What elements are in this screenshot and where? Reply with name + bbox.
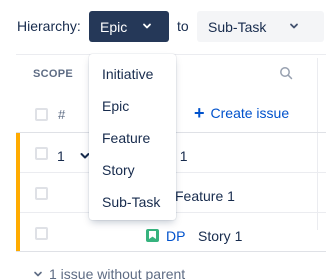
menu-item-initiative[interactable]: Initiative bbox=[89, 58, 176, 90]
scope-header: SCOPE bbox=[33, 68, 74, 80]
chevron-down-icon bbox=[290, 23, 298, 29]
hierarchy-to-select[interactable]: Sub-Task bbox=[197, 11, 324, 42]
number-column-header: # bbox=[58, 107, 66, 122]
row-checkbox[interactable] bbox=[35, 227, 48, 240]
plus-icon: + bbox=[194, 103, 205, 123]
hierarchy-from-select[interactable]: Epic bbox=[89, 11, 169, 42]
issue-key-link[interactable]: DP bbox=[166, 228, 185, 244]
hierarchy-dropdown-menu: Initiative Epic Feature Story Sub-Task bbox=[89, 54, 176, 220]
chevron-down-icon bbox=[143, 23, 151, 29]
chevron-down-icon bbox=[34, 271, 42, 277]
hierarchy-from-value: Epic bbox=[100, 18, 128, 35]
row-checkbox[interactable] bbox=[35, 147, 48, 160]
issues-without-parent-label: 1 issue without parent bbox=[49, 266, 186, 280]
menu-item-story[interactable]: Story bbox=[89, 154, 176, 186]
divider bbox=[16, 251, 326, 252]
story-icon bbox=[146, 229, 159, 242]
hierarchy-label: Hierarchy: bbox=[17, 18, 81, 34]
create-issue-button[interactable]: + Create issue bbox=[194, 103, 290, 123]
menu-item-epic[interactable]: Epic bbox=[89, 90, 176, 122]
hierarchy-to-value: Sub-Task bbox=[208, 18, 267, 35]
create-issue-label: Create issue bbox=[210, 105, 290, 121]
select-all-checkbox[interactable] bbox=[35, 108, 48, 121]
issue-summary: Feature 1 bbox=[175, 188, 235, 204]
scope-accent-bar bbox=[16, 133, 20, 251]
issues-without-parent-toggle[interactable]: 1 issue without parent bbox=[33, 266, 185, 280]
search-icon[interactable] bbox=[279, 66, 293, 80]
hierarchy-toolbar: Hierarchy: Epic to Sub-Task bbox=[0, 0, 326, 54]
menu-item-feature[interactable]: Feature bbox=[89, 122, 176, 154]
menu-item-sub-task[interactable]: Sub-Task bbox=[89, 186, 176, 218]
to-label: to bbox=[177, 18, 189, 34]
row-checkbox[interactable] bbox=[35, 187, 48, 200]
column-divider bbox=[317, 58, 318, 230]
row-number: 1 bbox=[57, 148, 65, 164]
issue-summary: Story 1 bbox=[198, 228, 243, 244]
